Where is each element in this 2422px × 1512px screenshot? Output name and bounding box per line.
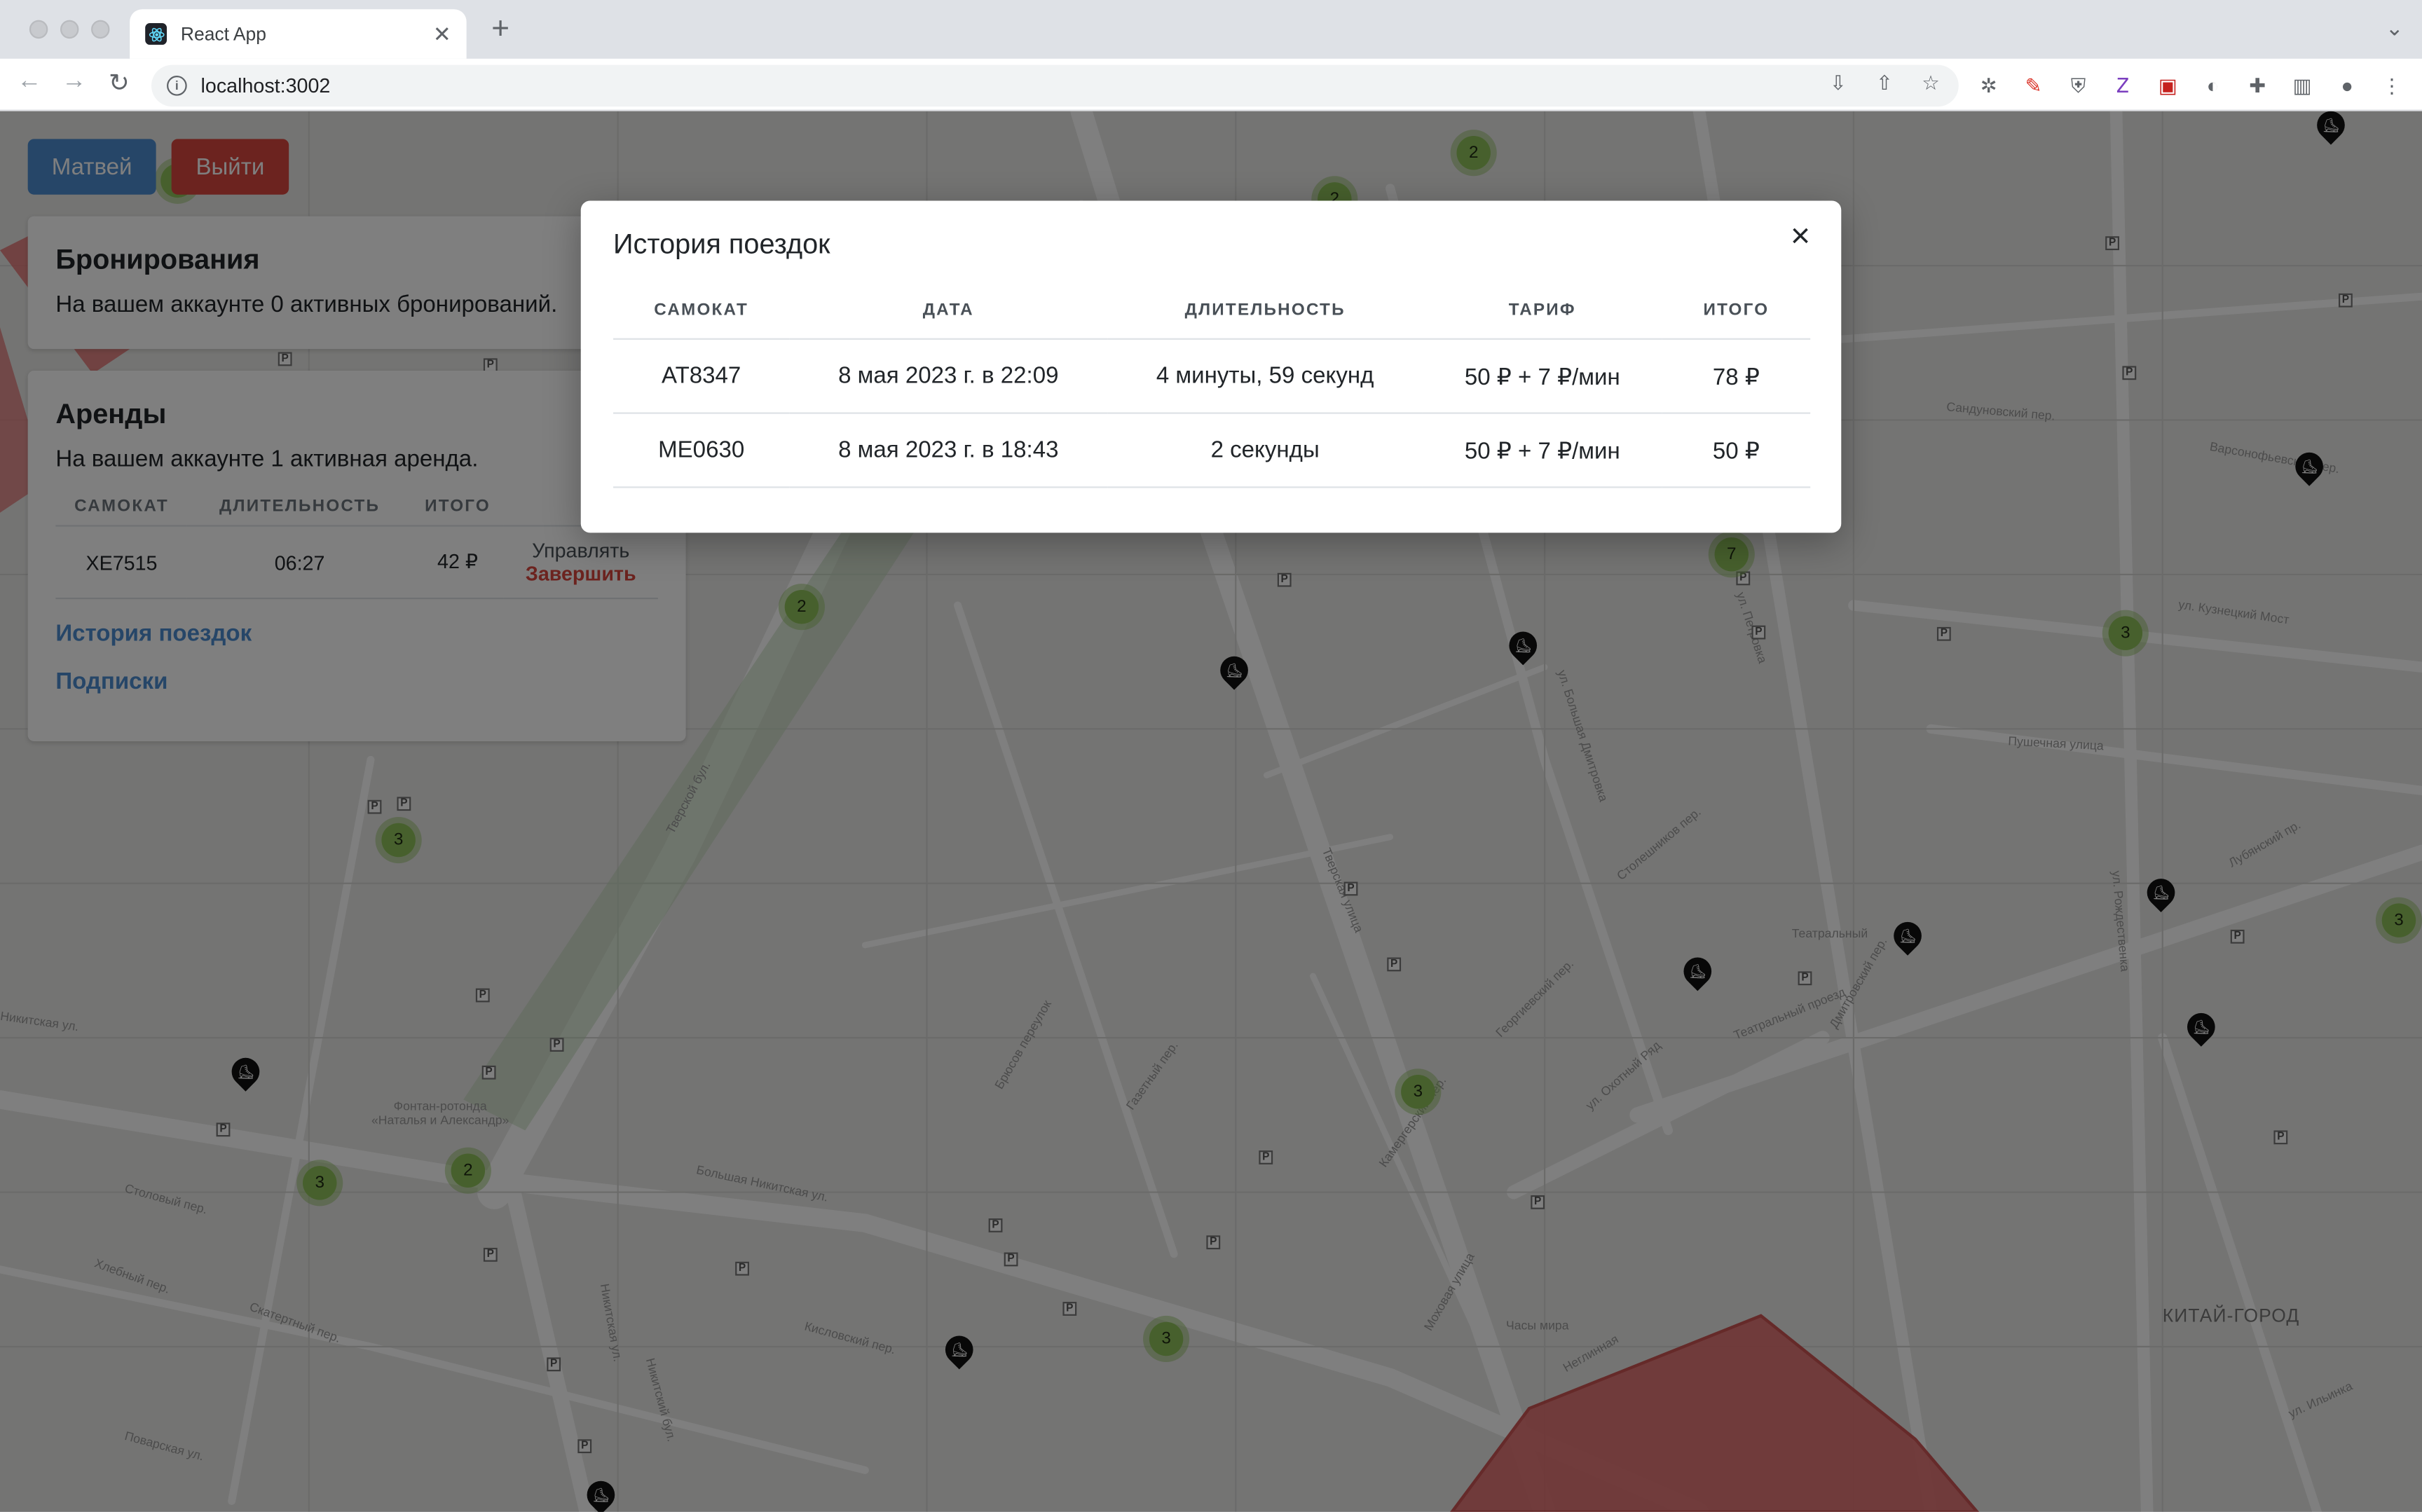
forward-arrow-icon[interactable]: → (57, 68, 91, 96)
browser-tab-bar: React App ✕ + ⌄ (0, 0, 2422, 59)
trip-total: 78 ₽ (1662, 338, 1811, 414)
install-app-icon[interactable]: ⇩ (1826, 71, 1850, 95)
extensions-bar: ✲ ✎ ⛨ Ꮓ ▣ ◐ ✚ ▥ ● ⋮ (1974, 71, 2407, 100)
puzzle-extensions-icon[interactable]: ✚ (2243, 71, 2272, 100)
reload-icon[interactable]: ↻ (102, 68, 135, 99)
bug-extension-icon[interactable]: ✲ (1974, 71, 2004, 100)
trip-tariff: 50 ₽ + 7 ₽/мин (1422, 338, 1662, 414)
trip-duration: 4 минуты, 59 секунд (1107, 338, 1423, 414)
trip-total: 50 ₽ (1662, 413, 1811, 488)
bookmark-star-icon[interactable]: ☆ (1918, 71, 1943, 95)
tab-search-chevron-icon[interactable]: ⌄ (2386, 15, 2404, 41)
history-modal: История поездок × САМОКАТ ДАТА ДЛИТЕЛЬНО… (580, 200, 1842, 533)
shield-extension-icon[interactable]: ⛨ (2064, 71, 2093, 100)
table-row: ME0630 8 мая 2023 г. в 18:43 2 секунды 5… (613, 413, 1811, 488)
url-text[interactable]: localhost:3002 (201, 74, 331, 97)
tab-close-icon[interactable]: ✕ (433, 21, 451, 47)
history-table: САМОКАТ ДАТА ДЛИТЕЛЬНОСТЬ ТАРИФ ИТОГО AT… (613, 301, 1811, 488)
eyedropper-extension-icon[interactable]: ✎ (2019, 71, 2048, 100)
new-tab-button[interactable]: + (482, 13, 519, 48)
side-panel-icon[interactable]: ▥ (2287, 71, 2317, 100)
column-header: ИТОГО (1662, 301, 1811, 340)
react-logo-icon (145, 23, 167, 45)
column-header: САМОКАТ (613, 301, 790, 340)
menu-kebab-icon[interactable]: ⋮ (2377, 71, 2407, 100)
trip-duration: 2 секунды (1107, 413, 1423, 488)
browser-tab[interactable]: React App ✕ (130, 9, 467, 59)
column-header: ДЛИТЕЛЬНОСТЬ (1107, 301, 1423, 340)
share-icon[interactable]: ⇧ (1872, 71, 1896, 95)
back-arrow-icon[interactable]: ← (13, 68, 46, 96)
window-controls (29, 20, 110, 39)
trip-scooter: AT8347 (613, 338, 790, 414)
column-header: ДАТА (789, 301, 1108, 340)
profile-avatar-icon[interactable]: ● (2332, 71, 2362, 100)
site-info-icon[interactable]: i (167, 76, 187, 96)
close-window-button[interactable] (29, 20, 48, 39)
trip-date: 8 мая 2023 г. в 18:43 (789, 413, 1108, 488)
red-extension-icon[interactable]: ▣ (2154, 71, 2183, 100)
browser-toolbar: ← → ↻ i localhost:3002 ⇩ ⇧ ☆ ✲ ✎ ⛨ Ꮓ ▣ ◐… (0, 58, 2422, 111)
trip-tariff: 50 ₽ + 7 ₽/мин (1422, 413, 1662, 488)
modal-title: История поездок (613, 228, 830, 260)
cast-extension-icon[interactable]: ◐ (2198, 71, 2227, 100)
trip-date: 8 мая 2023 г. в 22:09 (789, 338, 1108, 414)
minimize-window-button[interactable] (60, 20, 79, 39)
screen: React App ✕ + ⌄ ← → ↻ i localhost:3002 ⇩… (0, 0, 2422, 1512)
address-bar[interactable]: i localhost:3002 ⇩ ⇧ ☆ (151, 64, 1959, 107)
table-row: AT8347 8 мая 2023 г. в 22:09 4 минуты, 5… (613, 338, 1811, 414)
maximize-window-button[interactable] (91, 20, 110, 39)
tab-title: React App (180, 23, 266, 45)
close-icon[interactable]: × (1791, 219, 1810, 253)
column-header: ТАРИФ (1422, 301, 1662, 340)
translate-extension-icon[interactable]: Ꮓ (2109, 71, 2138, 100)
trip-scooter: ME0630 (613, 413, 790, 488)
